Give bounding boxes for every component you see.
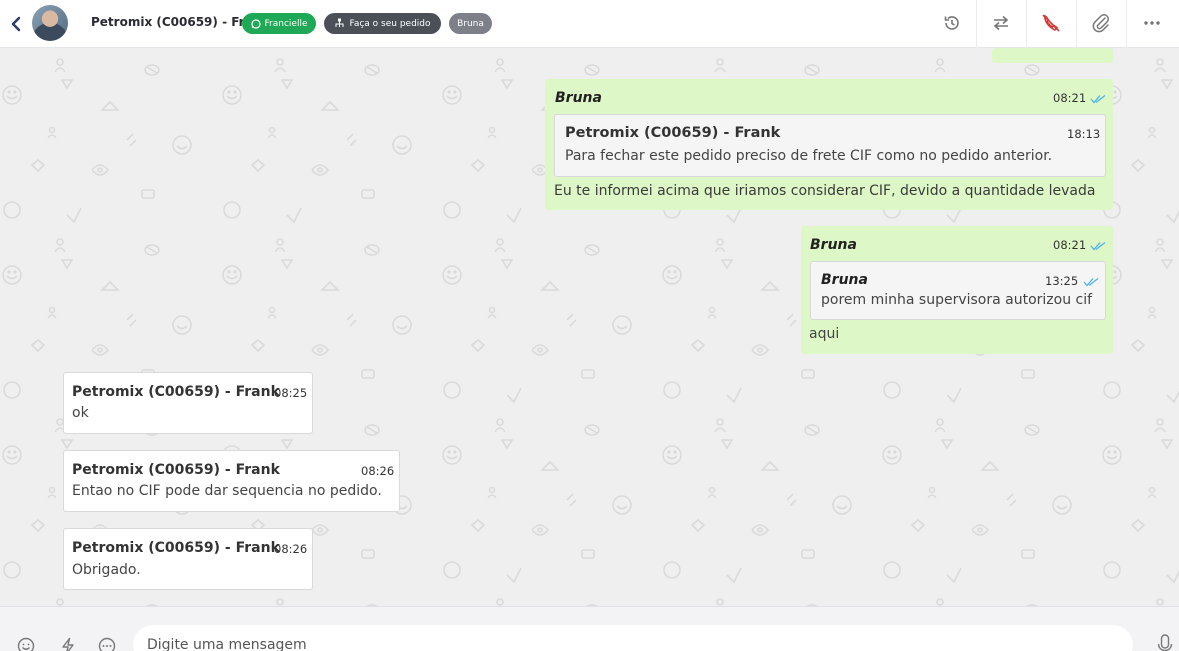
- whatsapp-tag[interactable]: Francielle: [242, 13, 316, 34]
- message-text: aqui: [809, 326, 840, 342]
- message-sender: Petromix (C00659) - Frank: [72, 540, 280, 556]
- quoted-text: porem minha supervisora autorizou cif: [821, 292, 1093, 308]
- message-bubble-incoming[interactable]: Petromix (C00659) - Frank 08:26 Obrigado…: [63, 528, 313, 590]
- sitemap-icon: [335, 18, 344, 27]
- order-tag[interactable]: Faça o seu pedido: [324, 13, 441, 34]
- message-sender: Petromix (C00659) - Frank: [72, 462, 280, 478]
- message-composer: [0, 606, 1179, 651]
- message-time: 08:26: [361, 464, 395, 478]
- header-divider: [1026, 0, 1027, 48]
- microphone-icon[interactable]: [1156, 633, 1174, 651]
- read-double-check-icon: [1090, 241, 1106, 251]
- header-divider: [976, 0, 977, 48]
- message-sender: Bruna: [810, 237, 857, 253]
- lightning-icon[interactable]: [59, 637, 77, 651]
- read-double-check-icon: [1083, 277, 1099, 287]
- end-call-icon[interactable]: [1040, 12, 1062, 34]
- more-options-icon[interactable]: [98, 637, 116, 651]
- quoted-time: 13:25: [1045, 274, 1079, 288]
- message-text: Eu te informei acima que iriamos conside…: [554, 183, 1096, 199]
- chat-header: Petromix (C00659) - Frank Francielle Faç…: [0, 0, 1179, 48]
- quoted-message[interactable]: Petromix (C00659) - Frank 18:13 Para fec…: [554, 114, 1106, 177]
- emoji-icon[interactable]: [17, 637, 35, 651]
- quoted-time: 18:13: [1067, 127, 1101, 141]
- whatsapp-tag-label: Francielle: [264, 18, 308, 29]
- order-tag-label: Faça o seu pedido: [349, 18, 431, 29]
- message-sender: Bruna: [555, 90, 602, 106]
- message-text: Obrigado.: [72, 562, 141, 578]
- message-text: ok: [72, 405, 89, 421]
- message-time: 08:26: [274, 542, 308, 556]
- agent-tag-label: Bruna: [457, 18, 484, 29]
- quoted-sender: Bruna: [821, 272, 868, 288]
- message-bubble-outgoing[interactable]: Bruna 08:21 Bruna 13:25 porem minha supe…: [801, 226, 1113, 354]
- quoted-sender: Petromix (C00659) - Frank: [565, 125, 781, 141]
- quoted-message[interactable]: Bruna 13:25 porem minha supervisora auto…: [810, 261, 1106, 320]
- transfer-icon[interactable]: [990, 12, 1012, 34]
- message-bubble-incoming[interactable]: Petromix (C00659) - Frank 08:25 ok: [63, 372, 313, 434]
- chat-messages-area[interactable]: Bruna 08:21 Petromix (C00659) - Frank 18…: [0, 48, 1179, 606]
- back-arrow-icon[interactable]: [6, 14, 26, 34]
- quoted-text: Para fechar este pedido preciso de frete…: [565, 148, 1053, 164]
- message-bubble-partial: [992, 48, 1113, 63]
- more-icon[interactable]: [1141, 12, 1163, 34]
- history-icon[interactable]: [941, 12, 963, 34]
- whatsapp-icon: [250, 18, 261, 29]
- message-time: 08:21: [1053, 238, 1087, 252]
- message-text: Entao no CIF pode dar sequencia no pedid…: [72, 483, 382, 499]
- message-sender: Petromix (C00659) - Frank: [72, 384, 280, 400]
- message-time: 08:21: [1053, 91, 1087, 105]
- message-bubble-incoming[interactable]: Petromix (C00659) - Frank 08:26 Entao no…: [63, 450, 400, 512]
- agent-tag[interactable]: Bruna: [449, 13, 492, 34]
- message-time: 08:25: [274, 386, 308, 400]
- message-bubble-outgoing[interactable]: Bruna 08:21 Petromix (C00659) - Frank 18…: [545, 79, 1113, 210]
- message-input[interactable]: [133, 625, 1133, 651]
- avatar[interactable]: [32, 5, 68, 41]
- attach-icon[interactable]: [1090, 12, 1112, 34]
- read-double-check-icon: [1090, 94, 1106, 104]
- header-divider: [1126, 0, 1127, 48]
- header-divider: [1076, 0, 1077, 48]
